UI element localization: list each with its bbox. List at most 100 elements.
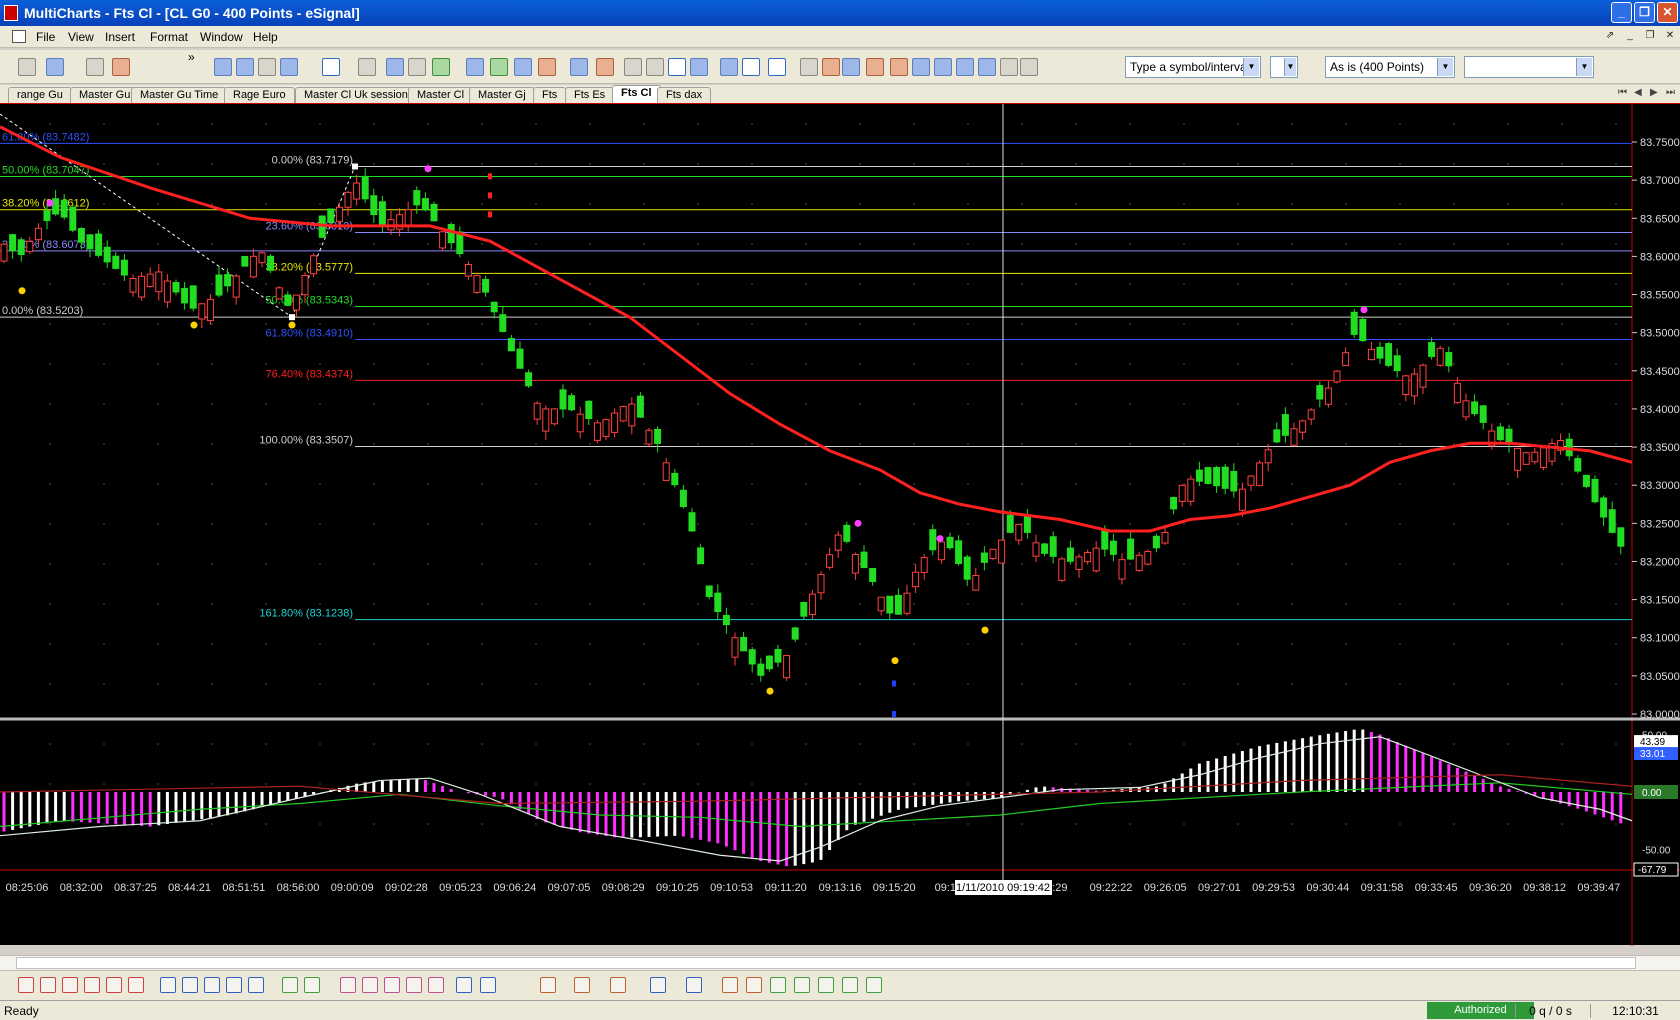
drawing-tool-icon[interactable] (106, 977, 122, 993)
tab-master-gj[interactable]: Master Gj (469, 87, 535, 103)
toolbar-tool-icon[interactable] (866, 58, 884, 76)
drawing-tool-icon[interactable] (686, 977, 702, 993)
tab-master-gu[interactable]: Master Gu (70, 87, 140, 103)
menu-format[interactable]: Format (150, 30, 188, 44)
mdi-minimize-icon[interactable]: _ (1622, 30, 1638, 44)
drawing-tool-icon[interactable] (428, 977, 444, 993)
toolbar-tool-icon[interactable] (1020, 58, 1038, 76)
drawing-tool-icon[interactable] (248, 977, 264, 993)
resolution-select[interactable]: As is (400 Points) ▼ (1325, 56, 1455, 78)
mdi-restore-icon[interactable]: ❐ (1642, 30, 1658, 44)
menu-insert[interactable]: Insert (105, 30, 135, 44)
toolbar-tool-icon[interactable] (742, 58, 760, 76)
toolbar-tool-icon[interactable] (236, 58, 254, 76)
tab-range-gu[interactable]: range Gu (8, 87, 72, 103)
drawing-tool-icon[interactable] (340, 977, 356, 993)
menu-file[interactable]: File (36, 30, 55, 44)
mdi-close-icon[interactable]: ✕ (1662, 30, 1678, 44)
drawing-tool-icon[interactable] (770, 977, 786, 993)
toolbar-tool-icon[interactable] (668, 58, 686, 76)
drawing-tool-icon[interactable] (650, 977, 666, 993)
chart-area[interactable]: 83.7500 83.7000 83.6500 83.6000 83.5500 83.50… (0, 90, 1680, 946)
drawing-tool-icon[interactable] (866, 977, 882, 993)
chevron-down-icon[interactable]: ▼ (1284, 58, 1296, 76)
drawing-tool-icon[interactable] (62, 977, 78, 993)
maximize-button[interactable]: ❐ (1634, 2, 1655, 23)
toolbar-tool-icon[interactable] (322, 58, 340, 76)
tab-scroll-icon[interactable]: ⏮ (1618, 87, 1627, 98)
toolbar-tool-icon[interactable] (112, 58, 130, 76)
drawing-tool-icon[interactable] (128, 977, 144, 993)
drawing-tool-icon[interactable] (456, 977, 472, 993)
drawing-tool-icon[interactable] (362, 977, 378, 993)
symbol-input[interactable]: Type a symbol/interval ▼ (1125, 56, 1261, 78)
drawing-tool-icon[interactable] (540, 977, 556, 993)
tab-scroll-icon[interactable]: ◀ (1634, 87, 1642, 98)
tab-fts-es[interactable]: Fts Es (565, 87, 615, 103)
toolbar-tool-icon[interactable] (514, 58, 532, 76)
menu-window[interactable]: Window (200, 30, 243, 44)
toolbar-tool-icon[interactable] (258, 58, 276, 76)
toolbar-tool-icon[interactable] (432, 58, 450, 76)
toolbar-tool-icon[interactable] (86, 58, 104, 76)
drawing-tool-icon[interactable] (304, 977, 320, 993)
drawing-tool-icon[interactable] (226, 977, 242, 993)
drawing-tool-icon[interactable] (384, 977, 400, 993)
toolbar-tool-icon[interactable] (624, 58, 642, 76)
drawing-tool-icon[interactable] (204, 977, 220, 993)
toolbar-tool-icon[interactable] (490, 58, 508, 76)
tab-rage-euro[interactable]: Rage Euro (224, 87, 295, 103)
drawing-tool-icon[interactable] (610, 977, 626, 993)
toolbar-tool-icon[interactable] (18, 58, 36, 76)
toolbar-tool-icon[interactable] (646, 58, 664, 76)
drawing-tool-icon[interactable] (794, 977, 810, 993)
document-icon[interactable] (12, 30, 26, 43)
tab-scroll-icon[interactable]: ▶ (1650, 87, 1658, 98)
toolbar-tool-icon[interactable] (800, 58, 818, 76)
toolbar-tool-icon[interactable] (214, 58, 232, 76)
tab-fts[interactable]: Fts (533, 87, 567, 103)
toolbar-tool-icon[interactable] (538, 58, 556, 76)
scrollbar-thumb[interactable] (16, 957, 1636, 969)
close-button[interactable]: ✕ (1657, 2, 1678, 23)
toolbar-tool-icon[interactable] (596, 58, 614, 76)
drawing-tool-icon[interactable] (84, 977, 100, 993)
tab-master-gu-time[interactable]: Master Gu Time (131, 87, 228, 103)
tab-master-cl-uk-session[interactable]: Master Cl Uk session (295, 87, 417, 103)
toolbar-tool-icon[interactable] (408, 58, 426, 76)
toolbar-tool-icon[interactable] (690, 58, 708, 76)
drawing-tool-icon[interactable] (40, 977, 56, 993)
menu-help[interactable]: Help (253, 30, 278, 44)
toolbar-tool-icon[interactable] (842, 58, 860, 76)
drawing-tool-icon[interactable] (574, 977, 590, 993)
horizontal-scrollbar[interactable] (0, 955, 1680, 970)
toolbar-tool-icon[interactable] (358, 58, 376, 76)
toolbar-tool-icon[interactable] (934, 58, 952, 76)
tab-fts-cl[interactable]: Fts Cl (612, 85, 661, 103)
toolbar-tool-icon[interactable] (46, 58, 64, 76)
toolbar-tool-icon[interactable] (822, 58, 840, 76)
toolbar-tool-icon[interactable] (280, 58, 298, 76)
toolbar-tool-icon[interactable] (466, 58, 484, 76)
tab-master-cl[interactable]: Master Cl (408, 87, 474, 103)
price-chart[interactable]: 83.7500 83.7000 83.6500 83.6000 83.5500 83.50… (0, 90, 1680, 946)
chevron-down-icon[interactable]: ▼ (1243, 58, 1259, 76)
drawing-tool-icon[interactable] (480, 977, 496, 993)
tab-fts-dax[interactable]: Fts dax (657, 87, 712, 103)
drawing-tool-icon[interactable] (722, 977, 738, 993)
toolbar-tool-icon[interactable] (956, 58, 974, 76)
toolbar-tool-icon[interactable] (912, 58, 930, 76)
toolbar-tool-icon[interactable] (1000, 58, 1018, 76)
toolbar-tool-icon[interactable] (768, 58, 786, 76)
extra-select[interactable]: ▼ (1464, 56, 1594, 78)
drawing-tool-icon[interactable] (746, 977, 762, 993)
toolbar-tool-icon[interactable] (890, 58, 908, 76)
mdi-detach-icon[interactable]: ⇗ (1602, 30, 1618, 44)
toolbar-tool-icon[interactable] (978, 58, 996, 76)
drawing-tool-icon[interactable] (818, 977, 834, 993)
drawing-tool-icon[interactable] (18, 977, 34, 993)
toolbar-overflow[interactable]: » (188, 50, 195, 64)
drawing-tool-icon[interactable] (406, 977, 422, 993)
drawing-tool-icon[interactable] (282, 977, 298, 993)
chevron-down-icon[interactable]: ▼ (1576, 58, 1592, 76)
